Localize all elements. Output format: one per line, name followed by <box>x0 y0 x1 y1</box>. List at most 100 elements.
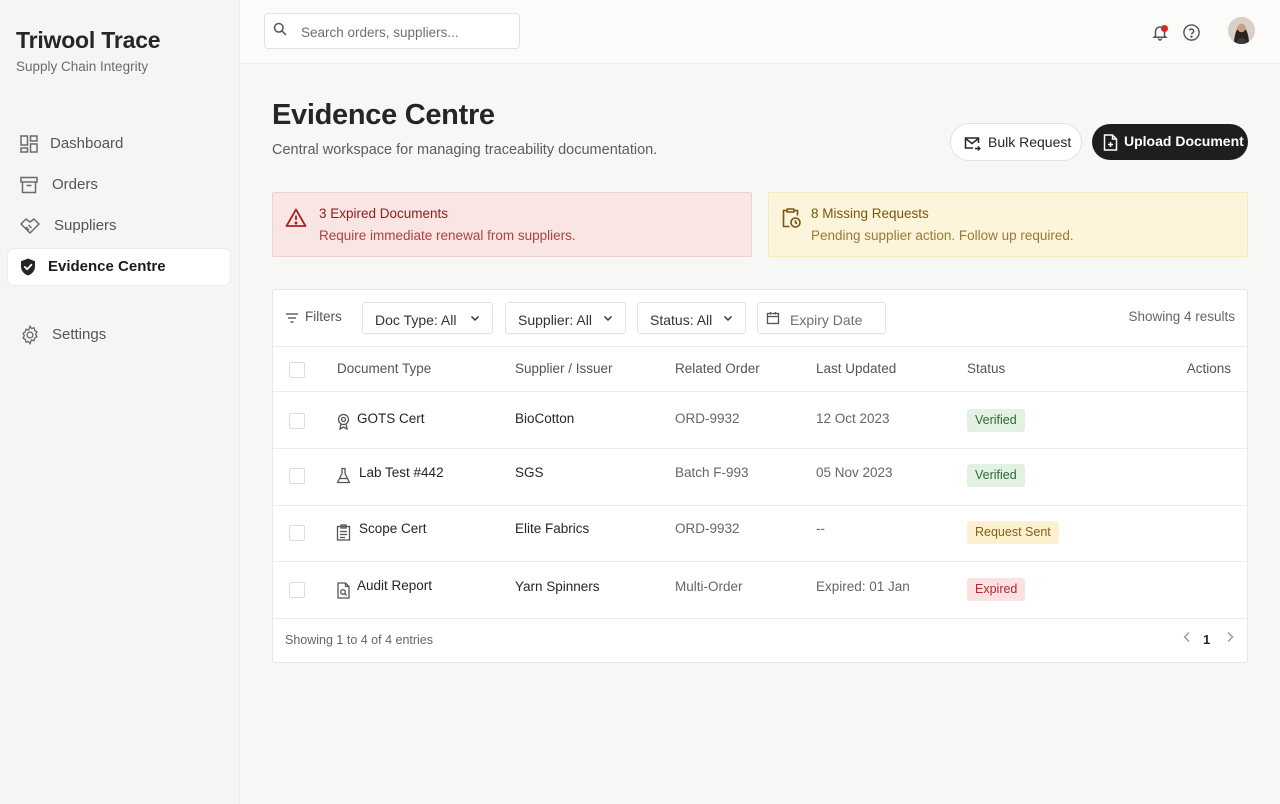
sidebar-item-orders[interactable]: Orders <box>8 167 230 203</box>
missing-requests-alert[interactable]: 8 Missing Requests Pending supplier acti… <box>768 192 1248 257</box>
sidebar-item-suppliers[interactable]: Suppliers <box>8 208 230 244</box>
award-badge-icon <box>337 413 350 430</box>
last-updated: 05 Nov 2023 <box>816 465 893 480</box>
archive-box-icon <box>20 176 38 194</box>
chevron-left-icon[interactable] <box>1181 630 1193 644</box>
gear-icon <box>22 324 38 346</box>
pagination-summary: Showing 1 to 4 of 4 entries <box>285 633 434 647</box>
related-order: ORD-9932 <box>675 411 740 426</box>
page-title: Evidence Centre <box>272 99 495 131</box>
alert-description: Pending supplier action. Follow up requi… <box>811 228 1074 243</box>
sidebar-item-label: Dashboard <box>50 135 124 152</box>
user-avatar-icon <box>1228 17 1255 44</box>
dropdown-value: Status: All <box>650 312 713 328</box>
sidebar-item-label: Evidence Centre <box>48 258 166 275</box>
upload-document-label: Upload Document <box>1124 133 1244 149</box>
clipboard-icon <box>336 524 351 541</box>
bulk-request-label: Bulk Request <box>988 134 1072 150</box>
filters-button[interactable]: Filters <box>285 309 342 324</box>
table-row[interactable]: Scope Cert Elite Fabrics ORD-9932 -- Req… <box>273 505 1247 562</box>
alert-title: 8 Missing Requests <box>811 206 929 221</box>
calendar-icon <box>766 312 780 325</box>
expiry-date-placeholder: Expiry Date <box>790 312 863 328</box>
mail-send-icon <box>964 137 981 152</box>
expiry-date-picker[interactable]: Expiry Date <box>757 302 886 334</box>
alert-title: 3 Expired Documents <box>319 206 449 221</box>
page-number[interactable]: 1 <box>1203 632 1210 647</box>
filter-lines-icon <box>286 313 298 323</box>
status-badge: Expired <box>967 578 1026 601</box>
expired-documents-alert[interactable]: 3 Expired Documents Require immediate re… <box>272 192 752 257</box>
search-icon <box>273 22 287 36</box>
dashboard-icon <box>20 135 38 153</box>
chevron-right-icon[interactable] <box>1224 630 1236 644</box>
search-input[interactable] <box>301 22 511 42</box>
supplier-name: Elite Fabrics <box>515 521 590 536</box>
document-type: Scope Cert <box>359 521 427 536</box>
alert-description: Require immediate renewal from suppliers… <box>319 228 576 243</box>
filter-bar: Filters Doc Type: All Supplier: All Stat… <box>273 290 1247 347</box>
related-order: Multi-Order <box>675 579 743 594</box>
dropdown-value: Doc Type: All <box>375 312 457 328</box>
topbar <box>240 0 1280 64</box>
sidebar-item-label: Orders <box>52 176 98 193</box>
column-header-actions: Actions <box>1186 361 1231 376</box>
doc-type-dropdown[interactable]: Doc Type: All <box>362 302 493 334</box>
handshake-icon <box>20 218 40 234</box>
table-row[interactable]: Lab Test #442 SGS Batch F-993 05 Nov 202… <box>273 449 1247 506</box>
chevron-down-icon <box>470 315 480 322</box>
column-header-document-type: Document Type <box>337 361 432 376</box>
column-header-supplier: Supplier / Issuer <box>515 361 613 376</box>
document-type: Lab Test #442 <box>359 465 444 480</box>
brand-title: Triwool Trace <box>16 27 161 53</box>
status-badge: Verified <box>967 409 1025 432</box>
supplier-name: SGS <box>515 465 544 480</box>
last-updated: -- <box>816 521 825 536</box>
sidebar-item-label: Suppliers <box>54 217 117 234</box>
column-header-related-order: Related Order <box>675 361 760 376</box>
related-order: ORD-9932 <box>675 521 740 536</box>
bulk-request-button[interactable]: Bulk Request <box>950 123 1082 161</box>
last-updated: 12 Oct 2023 <box>816 411 890 426</box>
shield-check-icon <box>21 258 35 276</box>
row-checkbox[interactable] <box>289 582 305 598</box>
avatar[interactable] <box>1228 17 1255 44</box>
warning-triangle-icon <box>285 208 307 227</box>
chevron-down-icon <box>603 315 613 322</box>
table-row[interactable]: Audit Report Yarn Spinners Multi-Order E… <box>273 562 1247 619</box>
sidebar-item-settings[interactable]: Settings <box>8 317 230 353</box>
dropdown-value: Supplier: All <box>518 312 592 328</box>
sidebar-item-dashboard[interactable]: Dashboard <box>8 126 230 162</box>
search-box[interactable] <box>264 13 520 49</box>
column-header-status: Status <box>967 361 1006 376</box>
table-row[interactable]: GOTS Cert BioCotton ORD-9932 12 Oct 2023… <box>273 392 1247 449</box>
table-header: Document Type Supplier / Issuer Related … <box>273 347 1247 392</box>
status-badge: Verified <box>967 464 1025 487</box>
supplier-dropdown[interactable]: Supplier: All <box>505 302 626 334</box>
status-dropdown[interactable]: Status: All <box>637 302 746 334</box>
notification-dot <box>1161 25 1168 32</box>
filters-label: Filters <box>305 309 342 324</box>
upload-document-button[interactable]: Upload Document <box>1092 124 1248 160</box>
related-order: Batch F-993 <box>675 465 749 480</box>
document-search-icon <box>337 582 350 599</box>
sidebar: Triwool Trace Supply Chain Integrity Das… <box>0 0 240 804</box>
row-checkbox[interactable] <box>289 468 305 484</box>
results-count: Showing 4 results <box>1128 309 1235 324</box>
document-type: GOTS Cert <box>357 411 425 426</box>
column-header-last-updated: Last Updated <box>816 361 897 376</box>
sidebar-item-evidence-centre[interactable]: Evidence Centre <box>8 249 230 285</box>
documents-table-card: Filters Doc Type: All Supplier: All Stat… <box>272 289 1248 663</box>
last-updated: Expired: 01 Jan <box>816 579 910 594</box>
main-content: Evidence Centre Central workspace for ma… <box>240 64 1280 804</box>
supplier-name: BioCotton <box>515 411 575 426</box>
select-all-checkbox[interactable] <box>289 362 305 378</box>
file-plus-icon <box>1103 134 1118 151</box>
status-badge: Request Sent <box>967 521 1059 544</box>
page-subtitle: Central workspace for managing traceabil… <box>272 142 658 158</box>
clipboard-clock-icon <box>782 208 801 228</box>
row-checkbox[interactable] <box>289 413 305 429</box>
help-circle-icon[interactable] <box>1182 23 1201 42</box>
row-checkbox[interactable] <box>289 525 305 541</box>
brand-subtitle: Supply Chain Integrity <box>16 59 149 74</box>
